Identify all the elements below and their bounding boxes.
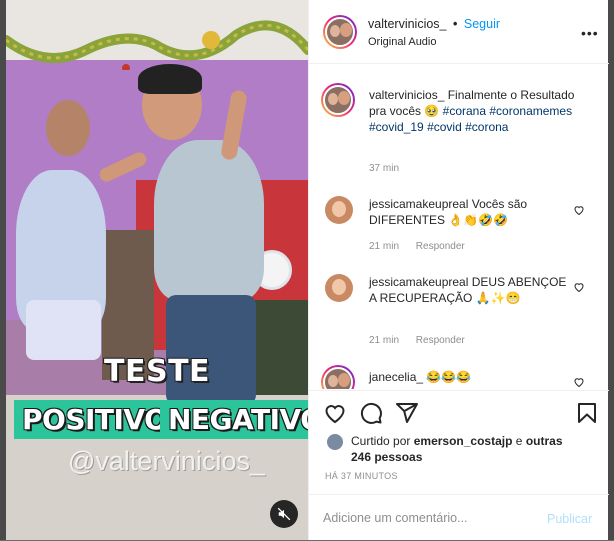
comment-input[interactable]: [323, 507, 533, 529]
comment-avatar-image: [323, 367, 353, 389]
comment-meta: 21 min Responder: [369, 335, 465, 346]
video-badge-positivo-text: POSITIVO: [22, 403, 168, 436]
separator-dot: •: [453, 17, 458, 31]
comment-body: 😂😂😂: [426, 370, 472, 384]
comment-meta: 21 min Responder: [369, 241, 465, 252]
comment-time: 21 min: [369, 241, 400, 252]
caption-text: valtervinicios_ Finalmente o Resultado p…: [369, 87, 579, 135]
person-left-shorts: [26, 300, 101, 360]
person-right-hair: [138, 64, 202, 94]
reply-button[interactable]: Responder: [416, 335, 465, 346]
video-badge-negativo: NEGATIVO: [160, 400, 308, 439]
comment-text: jessicamakeupreal Vocês são DIFERENTES 👌…: [369, 196, 569, 228]
person-right-body: [154, 140, 264, 300]
video-badge-negativo-text: NEGATIVO: [168, 403, 308, 436]
author-line: valtervinicios_ • Seguir: [368, 17, 500, 31]
comment-heart-icon[interactable]: [573, 281, 585, 293]
comment-heart-icon[interactable]: [573, 376, 585, 388]
follow-button[interactable]: Seguir: [464, 17, 500, 31]
heart-icon[interactable]: [323, 401, 347, 425]
video-caption-teste: TESTE: [104, 354, 211, 389]
post-sidebar: valtervinicios_ • Seguir Original Audio …: [308, 0, 609, 540]
comment-avatar[interactable]: [325, 196, 353, 224]
caption-username[interactable]: valtervinicios_: [369, 88, 444, 102]
liked-by-avatar[interactable]: [327, 434, 343, 450]
comment-avatar[interactable]: [321, 365, 355, 389]
christmas-garland: [6, 20, 308, 70]
reply-button[interactable]: Responder: [416, 241, 465, 252]
post-header: valtervinicios_ • Seguir Original Audio …: [309, 0, 609, 64]
post-timestamp[interactable]: HÁ 37 MINUTOS: [325, 471, 398, 481]
author-avatar[interactable]: [323, 15, 357, 49]
comments-list[interactable]: valtervinicios_ Finalmente o Resultado p…: [309, 65, 609, 389]
video-badge-positivo: POSITIVO: [14, 400, 176, 439]
share-icon[interactable]: [395, 401, 419, 425]
post-modal: TESTE POSITIVO NEGATIVO @valtervinicios_…: [0, 0, 614, 540]
post-actions: Curtido por emerson_costajp e outras 246…: [309, 390, 609, 540]
liked-by-user[interactable]: emerson_costajp: [414, 434, 513, 448]
comment-text: jessicamakeupreal DEUS ABENÇOE A RECUPER…: [369, 274, 569, 306]
hashtag-link[interactable]: #corona: [465, 120, 508, 134]
comment-composer: Publicar: [309, 494, 609, 541]
liked-by-and: e: [515, 434, 523, 448]
mute-button[interactable]: [270, 500, 298, 528]
caption-time: 37 min: [369, 163, 400, 174]
liked-by-prefix: Curtido por: [351, 434, 411, 448]
comment-username[interactable]: jessicamakeupreal: [369, 275, 468, 289]
comment-time: 21 min: [369, 335, 400, 346]
hashtag-link[interactable]: #covid: [427, 120, 462, 134]
comment-username[interactable]: jessicamakeupreal: [369, 197, 468, 211]
comment-text: janecelia_ 😂😂😂: [369, 369, 569, 385]
more-icon[interactable]: •••: [581, 25, 599, 41]
comment-heart-icon[interactable]: [573, 204, 585, 216]
audio-label[interactable]: Original Audio: [368, 36, 437, 48]
comment-avatar[interactable]: [325, 274, 353, 302]
caption-avatar-image: [323, 85, 353, 115]
liked-by-text: Curtido por emerson_costajp e outras 246…: [351, 433, 571, 465]
hashtag-link[interactable]: #coronamemes: [489, 104, 572, 118]
video-watermark: @valtervinicios_: [68, 446, 265, 476]
author-username[interactable]: valtervinicios_: [368, 17, 447, 31]
caption-avatar[interactable]: [321, 83, 355, 117]
bookmark-icon[interactable]: [575, 401, 599, 425]
hashtag-link[interactable]: #covid_19: [369, 120, 424, 134]
publish-button[interactable]: Publicar: [547, 512, 592, 526]
author-avatar-image: [325, 17, 355, 47]
comment-icon[interactable]: [359, 401, 383, 425]
person-left-head: [46, 100, 90, 156]
comment-username[interactable]: janecelia_: [369, 370, 423, 384]
hashtag-link[interactable]: #corana: [443, 104, 486, 118]
mute-icon: [277, 507, 291, 521]
video-player[interactable]: TESTE POSITIVO NEGATIVO @valtervinicios_: [6, 0, 308, 540]
